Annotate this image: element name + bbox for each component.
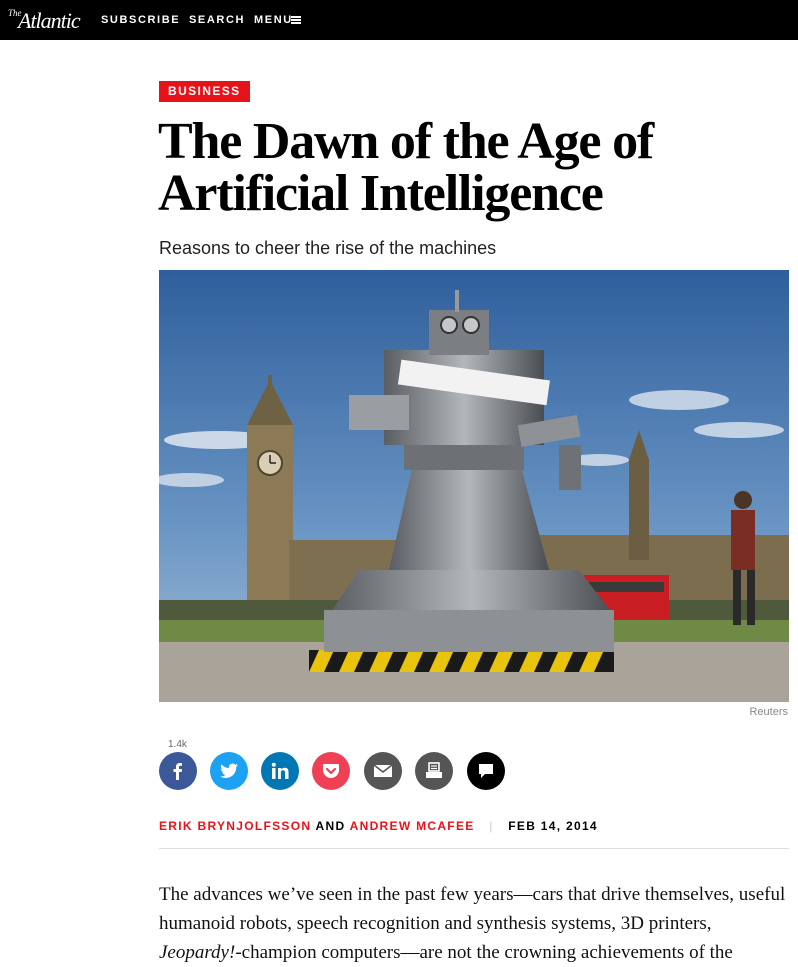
author-link-2[interactable]: ANDREW MCAFEE [350,819,475,833]
title-line-2: Artificial Intelligence [158,165,604,222]
logo-name: Atlantic [18,8,81,33]
share-count: 1.4k [168,739,187,750]
article-title: The Dawn of the Age of Artificial Intell… [158,116,778,220]
comment-bubble-icon [479,764,493,778]
print-button[interactable] [415,752,453,790]
body-text-part-2: -champion computers—are not the crowning… [235,942,733,963]
twitter-icon [220,763,238,779]
body-text-italic: Jeopardy! [159,942,236,963]
facebook-share-button[interactable] [159,752,197,790]
pocket-icon [323,764,339,778]
email-share-button[interactable] [364,752,402,790]
title-line-1: The Dawn of the Age of [158,113,654,170]
publish-date: FEB 14, 2014 [508,819,598,833]
divider [159,848,789,849]
hero-photo [159,270,789,702]
byline-separator: | [489,819,494,833]
subscribe-link[interactable]: SUBSCRIBE [101,13,180,27]
comments-button[interactable] [467,752,505,790]
top-navigation-bar: The Atlantic SUBSCRIBE SEARCH MENU [0,0,798,40]
author-link-1[interactable]: ERIK BRYNJOLFSSON [159,819,311,833]
twitter-share-button[interactable] [210,752,248,790]
body-text-part-1: The advances we’ve seen in the past few … [159,884,786,934]
menu-link[interactable]: MENU [254,13,293,27]
facebook-icon [173,763,182,780]
article-body-paragraph: The advances we’ve seen in the past few … [159,880,794,967]
atlantic-logo[interactable]: The Atlantic [8,6,88,34]
linkedin-share-button[interactable] [261,752,299,790]
print-icon [426,762,442,778]
byline: ERIK BRYNJOLFSSON AND ANDREW MCAFEE | FE… [159,819,598,833]
byline-and: AND [315,819,346,833]
email-icon [373,764,393,777]
hamburger-icon[interactable] [291,16,301,24]
search-link[interactable]: SEARCH [189,13,245,27]
linkedin-icon [271,762,289,779]
pocket-share-button[interactable] [312,752,350,790]
photo-credit: Reuters [749,706,788,718]
section-tag[interactable]: BUSINESS [159,81,250,102]
article-subtitle: Reasons to cheer the rise of the machine… [159,238,497,258]
